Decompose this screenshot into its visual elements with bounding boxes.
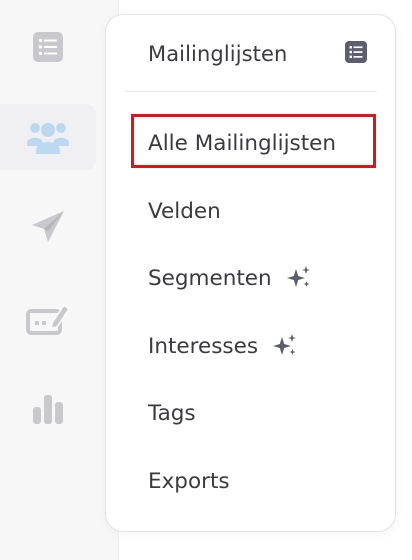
sidebar-item-campaigns[interactable]	[0, 194, 96, 260]
menu-item-label: Interesses	[148, 333, 259, 359]
sidebar-item-forms[interactable]	[0, 286, 96, 352]
menu-item-fields[interactable]: Velden	[148, 189, 221, 233]
menu-item-label: Alle Mailinglijsten	[148, 130, 337, 156]
menu-item-tags[interactable]: Tags	[148, 391, 196, 435]
popover-divider	[126, 91, 377, 92]
sidebar-item-mailinglists[interactable]	[0, 104, 96, 170]
sidebar-item-lists[interactable]	[0, 14, 96, 80]
menu-item-segments[interactable]: Segmenten	[148, 256, 312, 300]
mailinglists-popover: Mailinglijsten Alle Mailinglijsten Velde…	[105, 14, 396, 532]
users-icon	[26, 119, 70, 155]
bar-chart-icon	[31, 393, 65, 425]
menu-item-label: Velden	[148, 198, 221, 224]
popover-header: Mailinglijsten	[106, 15, 395, 92]
edit-form-icon	[26, 301, 70, 337]
popover-title: Mailinglijsten	[148, 41, 288, 66]
menu-item-label: Exports	[148, 468, 230, 494]
sidebar-rail	[0, 0, 119, 560]
menu-item-all-mailinglists[interactable]: Alle Mailinglijsten	[148, 121, 336, 165]
menu-item-exports[interactable]: Exports	[148, 459, 230, 503]
list-icon	[345, 40, 367, 67]
send-icon	[30, 209, 66, 245]
list-icon	[32, 31, 64, 63]
menu-item-interests[interactable]: Interesses	[148, 324, 298, 368]
sparkle-icon	[286, 265, 312, 291]
menu-item-label: Segmenten	[148, 265, 272, 291]
menu-item-label: Tags	[148, 400, 196, 426]
sidebar-item-reports[interactable]	[0, 376, 96, 442]
sparkle-icon	[272, 333, 298, 359]
